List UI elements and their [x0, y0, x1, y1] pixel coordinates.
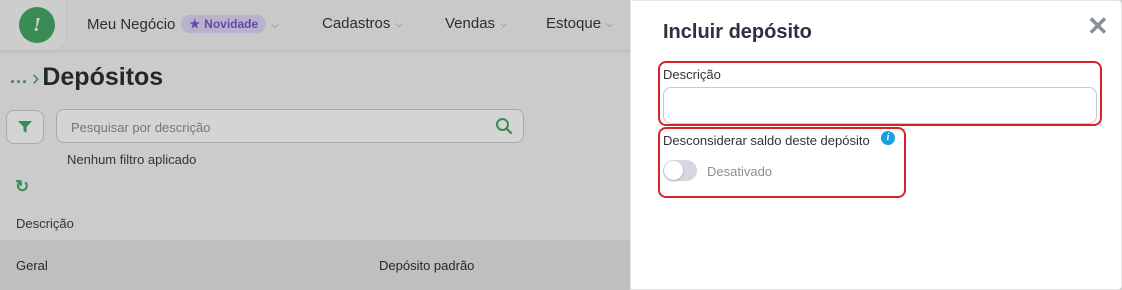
toggle-knob — [664, 161, 683, 180]
include-deposit-drawer: Incluir depósito ✕ Descrição Desconsider… — [630, 0, 1122, 290]
disregard-label: Desconsiderar saldo deste depósito — [663, 133, 870, 148]
description-label: Descrição — [663, 67, 721, 82]
toggle-state-label: Desativado — [707, 164, 773, 179]
disregard-toggle[interactable] — [663, 160, 697, 181]
description-field[interactable] — [663, 87, 1097, 124]
close-icon[interactable]: ✕ — [1087, 13, 1109, 39]
drawer-title: Incluir depósito — [663, 21, 812, 43]
info-icon[interactable]: i — [881, 131, 895, 145]
